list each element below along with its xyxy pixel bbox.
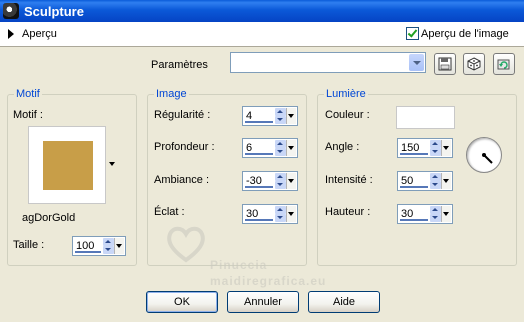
shine-stepper[interactable] xyxy=(275,206,286,222)
height-slider-bar[interactable] xyxy=(400,219,428,221)
regularity-stepper[interactable] xyxy=(275,108,286,124)
size-slider-bar[interactable] xyxy=(75,251,101,253)
angle-dial-needle-icon xyxy=(482,153,493,164)
image-group-title: Image xyxy=(154,88,189,100)
intensity-stepper[interactable] xyxy=(430,173,441,189)
regularity-label: Régularité : xyxy=(154,109,211,121)
app-icon xyxy=(3,3,19,19)
angle-spinner[interactable]: 150 xyxy=(397,138,453,158)
randomize-button[interactable] xyxy=(463,53,485,75)
window-title: Sculpture xyxy=(24,3,84,19)
size-label: Taille : xyxy=(13,239,45,251)
help-button[interactable]: Aide xyxy=(308,291,380,313)
ok-button[interactable]: OK xyxy=(146,291,218,313)
motif-swatch-box[interactable] xyxy=(28,126,106,204)
angle-label: Angle : xyxy=(325,141,360,153)
ambience-slider-bar[interactable] xyxy=(245,186,273,188)
expand-triangle-icon[interactable] xyxy=(8,29,14,39)
shine-spinner[interactable]: 30 xyxy=(242,204,298,224)
watermark: Pinuccia maidiregrafica.eu xyxy=(160,222,370,292)
heart-watermark-icon xyxy=(167,226,205,263)
ambience-slider-dropdown-icon[interactable] xyxy=(286,173,296,189)
size-stepper[interactable] xyxy=(103,238,114,254)
depth-label: Profondeur : xyxy=(154,141,215,153)
angle-dial[interactable] xyxy=(466,137,502,173)
swatch-dropdown-icon[interactable] xyxy=(109,162,115,166)
watermark-line1: Pinuccia xyxy=(210,258,268,272)
height-label: Hauteur : xyxy=(325,206,371,218)
motif-label: Motif : xyxy=(13,109,43,121)
motif-name: agDorGold xyxy=(22,212,76,224)
depth-stepper[interactable] xyxy=(275,140,286,156)
preview-toggle-label[interactable]: Aperçu xyxy=(22,28,57,40)
depth-spinner[interactable]: 6 xyxy=(242,138,298,158)
presets-dropdown[interactable] xyxy=(230,52,426,73)
regularity-slider-bar[interactable] xyxy=(245,121,273,123)
size-slider-dropdown-icon[interactable] xyxy=(114,238,124,254)
save-preset-button[interactable] xyxy=(434,53,456,75)
watermark-line2: maidiregrafica.eu xyxy=(210,274,327,288)
presets-label: Paramètres xyxy=(151,59,208,71)
height-spinner[interactable]: 30 xyxy=(397,204,453,224)
regularity-slider-dropdown-icon[interactable] xyxy=(286,108,296,124)
motif-group-title: Motif xyxy=(14,88,42,100)
cancel-button[interactable]: Annuler xyxy=(227,291,299,313)
ambience-spinner[interactable]: -30 xyxy=(242,171,298,191)
intensity-spinner[interactable]: 50 xyxy=(397,171,453,191)
chevron-down-icon[interactable] xyxy=(409,54,424,71)
floppy-disk-icon xyxy=(438,57,452,71)
depth-slider-dropdown-icon[interactable] xyxy=(286,140,296,156)
preview-image-label[interactable]: Aperçu de l'image xyxy=(421,28,509,40)
angle-slider-bar[interactable] xyxy=(400,153,428,155)
angle-stepper[interactable] xyxy=(430,140,441,156)
shine-slider-dropdown-icon[interactable] xyxy=(286,206,296,222)
intensity-slider-bar[interactable] xyxy=(400,186,428,188)
intensity-label: Intensité : xyxy=(325,174,373,186)
ambience-label: Ambiance : xyxy=(154,174,210,186)
angle-slider-dropdown-icon[interactable] xyxy=(441,140,451,156)
light-group-title: Lumière xyxy=(324,88,368,100)
regularity-spinner[interactable]: 4 xyxy=(242,106,298,126)
size-spinner[interactable]: 100 xyxy=(72,236,126,256)
light-color-swatch[interactable] xyxy=(396,106,455,129)
reset-button[interactable] xyxy=(493,53,515,75)
ambience-stepper[interactable] xyxy=(275,173,286,189)
height-stepper[interactable] xyxy=(430,206,441,222)
dice-icon xyxy=(467,57,481,71)
intensity-slider-dropdown-icon[interactable] xyxy=(441,173,451,189)
reset-icon xyxy=(497,59,510,70)
height-slider-dropdown-icon[interactable] xyxy=(441,206,451,222)
depth-slider-bar[interactable] xyxy=(245,153,273,155)
color-label: Couleur : xyxy=(325,109,370,121)
motif-swatch[interactable] xyxy=(43,141,93,190)
preview-bar: Aperçu Aperçu de l'image xyxy=(0,22,524,47)
title-bar: Sculpture xyxy=(0,0,524,22)
preview-image-checkbox[interactable] xyxy=(406,27,419,40)
shine-slider-bar[interactable] xyxy=(245,219,273,221)
shine-label: Éclat : xyxy=(154,206,185,218)
